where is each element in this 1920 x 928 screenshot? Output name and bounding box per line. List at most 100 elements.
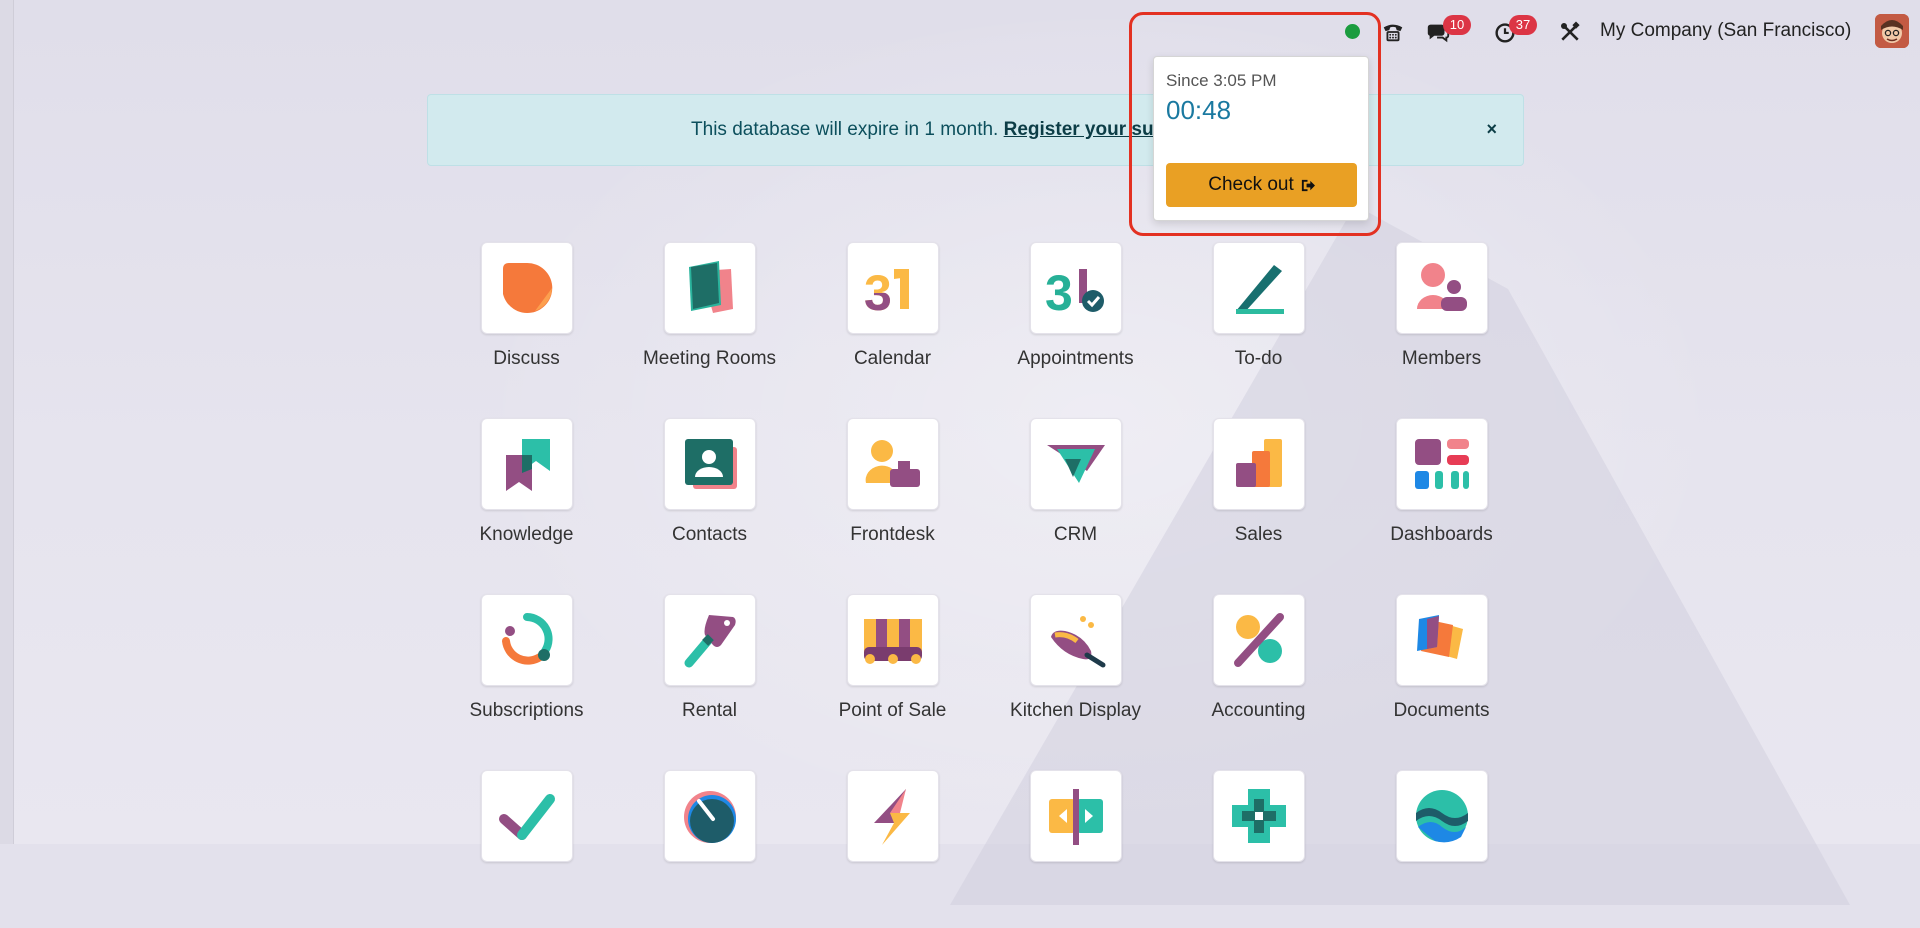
members-tile[interactable] xyxy=(1395,242,1488,334)
app-label: Frontdesk xyxy=(850,524,935,545)
app-grid: Discuss Meeting Rooms 3 3 Calendar 3 App… xyxy=(435,242,1545,928)
app-project[interactable] xyxy=(435,770,618,928)
knowledge-tile[interactable] xyxy=(480,418,573,510)
app-members[interactable]: Members xyxy=(1350,242,1533,400)
app-meeting-rooms[interactable]: Meeting Rooms xyxy=(618,242,801,400)
sales-tile[interactable] xyxy=(1212,418,1305,510)
app-label: Documents xyxy=(1393,700,1490,721)
rental-tile[interactable] xyxy=(663,594,756,686)
todo-icon xyxy=(1235,265,1284,314)
discuss-tile[interactable] xyxy=(480,242,573,334)
app-rental[interactable]: Rental xyxy=(618,594,801,752)
contacts-tile[interactable] xyxy=(663,418,756,510)
crm-tile[interactable] xyxy=(1029,418,1122,510)
app-helpdesk[interactable] xyxy=(1167,770,1350,928)
app-label: CRM xyxy=(1053,524,1098,545)
app-label: Point of Sale xyxy=(838,700,947,721)
helpdesk-tile[interactable] xyxy=(1212,770,1305,862)
activities-count-badge: 37 xyxy=(1509,15,1537,35)
app-contacts[interactable]: Contacts xyxy=(618,418,801,576)
timesheets-tile[interactable] xyxy=(663,770,756,862)
banner-text: This database will expire in 1 month. xyxy=(691,119,999,140)
website-tile[interactable] xyxy=(1395,770,1488,862)
contacts-icon xyxy=(684,439,737,489)
helpdesk-icon xyxy=(1231,789,1286,843)
frontdesk-icon xyxy=(865,440,920,487)
app-label: Kitchen Display xyxy=(1010,700,1141,721)
app-todo[interactable]: To-do xyxy=(1167,242,1350,400)
sales-icon xyxy=(1235,439,1282,487)
app-sign[interactable] xyxy=(984,770,1167,928)
tools-icon[interactable] xyxy=(1556,18,1584,46)
sign-icon xyxy=(1048,789,1103,845)
documents-icon xyxy=(1416,615,1463,659)
app-label: Calendar xyxy=(853,348,932,369)
app-point-of-sale[interactable]: Point of Sale xyxy=(801,594,984,752)
app-label: Accounting xyxy=(1211,700,1306,721)
kitchen-display-tile[interactable] xyxy=(1029,594,1122,686)
marketing-tile[interactable] xyxy=(846,770,939,862)
point-of-sale-tile[interactable] xyxy=(846,594,939,686)
dashboards-tile[interactable] xyxy=(1395,418,1488,510)
app-kitchen-display[interactable]: Kitchen Display xyxy=(984,594,1167,752)
subscriptions-tile[interactable] xyxy=(480,594,573,686)
calendar-icon: 3 3 xyxy=(864,265,909,321)
timesheets-icon xyxy=(683,791,736,843)
todo-tile[interactable] xyxy=(1212,242,1305,334)
knowledge-icon xyxy=(505,439,550,491)
app-appointments[interactable]: 3 Appointments xyxy=(984,242,1167,400)
app-dashboards[interactable]: Dashboards xyxy=(1350,418,1533,576)
app-subscriptions[interactable]: Subscriptions xyxy=(435,594,618,752)
documents-tile[interactable] xyxy=(1395,594,1488,686)
app-discuss[interactable]: Discuss xyxy=(435,242,618,400)
banner-close-button[interactable]: × xyxy=(1486,119,1497,140)
project-icon xyxy=(498,794,555,840)
frontdesk-tile[interactable] xyxy=(846,418,939,510)
app-label: To-do xyxy=(1234,348,1283,369)
app-label: Discuss xyxy=(493,348,560,369)
app-label: Knowledge xyxy=(479,524,574,545)
app-marketing[interactable] xyxy=(801,770,984,928)
phone-icon[interactable] xyxy=(1379,18,1407,46)
dashboards-icon xyxy=(1414,439,1469,489)
kitchen-display-icon xyxy=(1050,616,1105,668)
point-of-sale-icon xyxy=(863,619,922,664)
app-documents[interactable]: Documents xyxy=(1350,594,1533,752)
app-knowledge[interactable]: Knowledge xyxy=(435,418,618,576)
app-website[interactable] xyxy=(1350,770,1533,928)
app-accounting[interactable]: Accounting xyxy=(1167,594,1350,752)
app-sales[interactable]: Sales xyxy=(1167,418,1350,576)
marketing-icon xyxy=(873,789,910,845)
meeting-rooms-tile[interactable] xyxy=(663,242,756,334)
app-label: Meeting Rooms xyxy=(642,348,777,369)
app-label: Dashboards xyxy=(1390,524,1493,545)
company-switcher[interactable]: My Company (San Francisco) xyxy=(1600,20,1851,42)
user-avatar[interactable] xyxy=(1875,14,1909,48)
accounting-tile[interactable] xyxy=(1212,594,1305,686)
app-timesheets[interactable] xyxy=(618,770,801,928)
window-edge xyxy=(0,0,14,844)
website-icon xyxy=(1415,790,1468,843)
calendar-tile[interactable]: 3 3 xyxy=(846,242,939,334)
app-label: Appointments xyxy=(1017,348,1134,369)
messages-count-badge: 10 xyxy=(1443,15,1471,35)
meeting-rooms-icon xyxy=(688,261,733,313)
rental-icon xyxy=(684,615,736,668)
app-label: Subscriptions xyxy=(469,700,584,721)
subscriptions-icon xyxy=(501,613,553,665)
app-frontdesk[interactable]: Frontdesk xyxy=(801,418,984,576)
app-crm[interactable]: CRM xyxy=(984,418,1167,576)
annotation-highlight-box xyxy=(1129,12,1381,236)
crm-icon xyxy=(1046,445,1105,483)
app-label: Rental xyxy=(682,700,737,721)
app-label: Contacts xyxy=(672,524,747,545)
sign-tile[interactable] xyxy=(1029,770,1122,862)
appointments-tile[interactable]: 3 xyxy=(1029,242,1122,334)
app-label: Sales xyxy=(1234,524,1283,545)
discuss-icon xyxy=(502,262,552,313)
accounting-icon xyxy=(1233,613,1284,667)
svg-text:3: 3 xyxy=(1045,265,1073,321)
app-label: Members xyxy=(1401,348,1482,369)
project-tile[interactable] xyxy=(480,770,573,862)
app-calendar[interactable]: 3 3 Calendar xyxy=(801,242,984,400)
